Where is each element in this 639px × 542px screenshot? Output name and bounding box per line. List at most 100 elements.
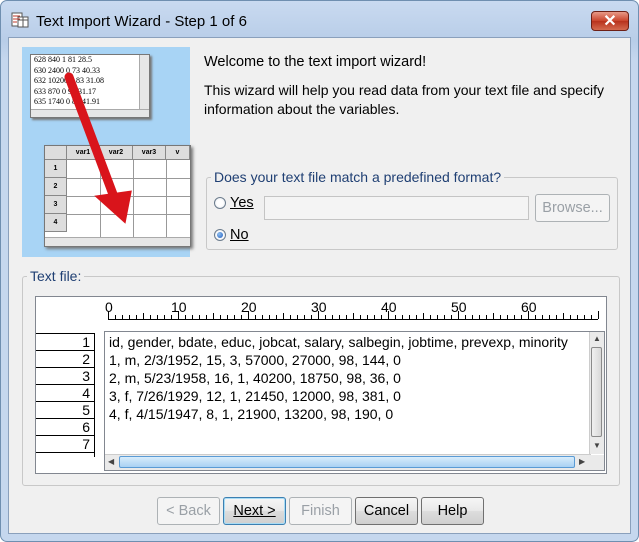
ruler-tick	[339, 315, 340, 319]
ruler-tick	[472, 315, 473, 319]
wizard-description: This wizard will help you read data from…	[204, 82, 604, 117]
ruler-tick	[395, 315, 396, 319]
ruler-tick	[521, 315, 522, 319]
file-preview-textbox[interactable]: id, gender, bdate, educ, jobcat, salary,…	[104, 331, 605, 471]
ruler-tick	[178, 311, 179, 319]
yes-radio-label[interactable]: Yes	[230, 195, 254, 211]
ruler-tick	[542, 315, 543, 319]
help-button[interactable]: Help	[421, 497, 484, 525]
ruler-tick	[248, 311, 249, 319]
scroll-right-arrow-icon[interactable]: ▶	[579, 458, 585, 466]
cancel-button[interactable]: Cancel	[355, 497, 418, 525]
ruler-tick	[332, 315, 333, 319]
finish-button[interactable]: Finish	[289, 497, 352, 525]
ruler-tick	[206, 315, 207, 319]
ruler-tick	[150, 315, 151, 319]
ruler-tick	[157, 315, 158, 319]
ruler-tick	[122, 315, 123, 319]
scrollbar-corner	[590, 455, 604, 470]
ruler-tick	[262, 315, 263, 319]
ruler-tick	[255, 315, 256, 319]
file-line: 2, m, 5/23/1958, 16, 1, 40200, 18750, 98…	[109, 370, 401, 386]
scroll-up-arrow-icon[interactable]: ▲	[593, 335, 601, 343]
ruler-tick	[570, 315, 571, 319]
ruler-tick	[514, 315, 515, 319]
ruler-tick	[535, 315, 536, 319]
ruler-tick	[479, 315, 480, 319]
yes-radio[interactable]	[214, 197, 226, 209]
ruler-tick	[269, 315, 270, 319]
ruler-tick	[465, 315, 466, 319]
ruler-tick	[304, 315, 305, 319]
predefined-format-label: Does your text file match a predefined f…	[211, 169, 505, 185]
scroll-down-arrow-icon[interactable]: ▼	[593, 442, 601, 450]
ruler-tick	[164, 315, 165, 319]
ruler-tick	[353, 313, 354, 319]
vertical-scroll-thumb[interactable]	[591, 347, 602, 437]
file-line: 1, m, 2/3/1952, 15, 3, 57000, 27000, 98,…	[109, 352, 401, 368]
no-radio-label[interactable]: No	[230, 227, 249, 243]
line-number: 5	[36, 402, 94, 419]
line-number: 2	[36, 351, 94, 368]
line-number: 3	[36, 368, 94, 385]
line-number-column: 1 2 3 4 5 6 7	[36, 333, 95, 457]
ruler-tick	[108, 311, 109, 319]
ruler-tick	[143, 313, 144, 319]
ruler-tick	[290, 315, 291, 319]
ruler-tick	[584, 315, 585, 319]
file-line: 3, f, 7/26/1929, 12, 1, 21450, 12000, 98…	[109, 388, 401, 404]
import-arrow-icon	[64, 72, 132, 224]
line-number: 6	[36, 419, 94, 436]
line-number: 1	[36, 334, 94, 351]
line-number: 4	[36, 385, 94, 402]
dialog-window: Text Import Wizard - Step 1 of 6 ✕ 628 8…	[0, 0, 639, 542]
wizard-illustration: 628 840 1 81 28.5 630 2400 0 73 40.33 63…	[22, 47, 191, 257]
ruler-tick	[297, 315, 298, 319]
ruler-tick	[423, 313, 424, 319]
ruler-tick	[416, 315, 417, 319]
text-file-label: Text file:	[27, 268, 85, 284]
ruler-tick	[591, 315, 592, 319]
ruler-baseline	[108, 319, 598, 320]
ruler-tick	[388, 311, 389, 319]
ruler-tick	[556, 315, 557, 319]
ruler-tick	[171, 315, 172, 319]
ruler-tick	[563, 313, 564, 319]
ruler-tick	[241, 315, 242, 319]
horizontal-scroll-thumb[interactable]	[119, 456, 575, 468]
no-radio[interactable]	[214, 229, 226, 241]
next-button[interactable]: Next >	[223, 497, 286, 525]
ruler-tick	[500, 315, 501, 319]
ruler-tick	[374, 315, 375, 319]
ruler-tick	[598, 311, 599, 319]
preview-horizontal-scrollbar[interactable]: ◀ ▶	[105, 454, 591, 470]
title-bar[interactable]: Text Import Wizard - Step 1 of 6 ✕	[1, 1, 638, 37]
next-label: Next >	[233, 503, 276, 519]
file-line: id, gender, bdate, educ, jobcat, salary,…	[109, 334, 568, 350]
ruler-tick	[360, 315, 361, 319]
window-title: Text Import Wizard - Step 1 of 6	[36, 13, 247, 30]
ruler-tick	[549, 315, 550, 319]
ruler-tick	[227, 315, 228, 319]
preview-vertical-scrollbar[interactable]: ▲ ▼	[589, 332, 604, 454]
text-preview-pane: 0 10 20 30 40 50 60 1 2 3 4 5 6 7 id, ge…	[35, 296, 607, 474]
ruler-tick	[493, 313, 494, 319]
ruler-tick	[220, 315, 221, 319]
ruler-tick	[437, 315, 438, 319]
ruler-tick	[199, 315, 200, 319]
ruler-tick	[346, 315, 347, 319]
yes-label-text: Yes	[230, 195, 254, 211]
text-import-icon	[11, 12, 29, 28]
ruler-tick	[528, 311, 529, 319]
browse-button[interactable]: Browse...	[535, 194, 610, 222]
welcome-heading: Welcome to the text import wizard!	[204, 54, 427, 70]
ruler-tick	[444, 315, 445, 319]
scroll-left-arrow-icon[interactable]: ◀	[108, 458, 114, 466]
back-button[interactable]: < Back	[157, 497, 220, 525]
line-number: 7	[36, 436, 94, 453]
close-button[interactable]: ✕	[591, 11, 629, 31]
ruler-tick	[213, 313, 214, 319]
format-file-field[interactable]	[264, 196, 529, 220]
ruler-tick	[234, 315, 235, 319]
ruler-tick	[311, 315, 312, 319]
